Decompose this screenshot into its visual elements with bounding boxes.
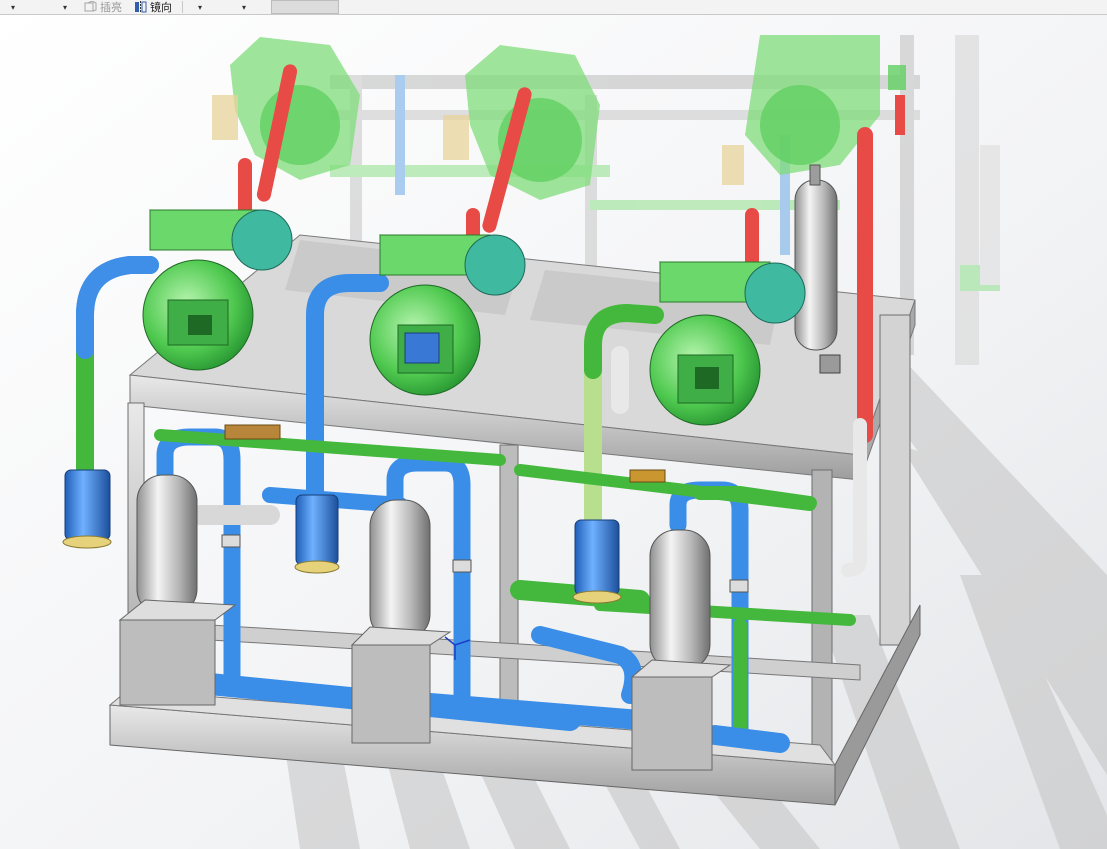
- dropdown-arrow-icon[interactable]: ▾: [231, 0, 257, 14]
- toolbar-separator: [182, 1, 183, 13]
- refrigeration-rack-model: [0, 15, 1107, 849]
- command-toolbar: ▾ ▾ 插亮 镜向 ▾ ▾: [0, 0, 1107, 15]
- cad-window: ▾ ▾ 插亮 镜向 ▾ ▾: [0, 0, 1107, 849]
- mirror-label: 镜向: [150, 1, 172, 14]
- mirror-button[interactable]: 镜向: [128, 0, 178, 14]
- graphics-viewport[interactable]: [0, 15, 1107, 849]
- toolbar-box-button[interactable]: [271, 0, 339, 14]
- dropdown-arrow-icon[interactable]: ▾: [187, 0, 213, 14]
- insert-part-button[interactable]: 插亮: [78, 0, 128, 14]
- insert-part-label: 插亮: [100, 1, 122, 14]
- dropdown-arrow-icon[interactable]: ▾: [52, 0, 78, 14]
- dropdown-arrow-icon[interactable]: ▾: [0, 0, 26, 14]
- part-insert-icon: [84, 1, 97, 12]
- mirror-icon: [135, 1, 147, 13]
